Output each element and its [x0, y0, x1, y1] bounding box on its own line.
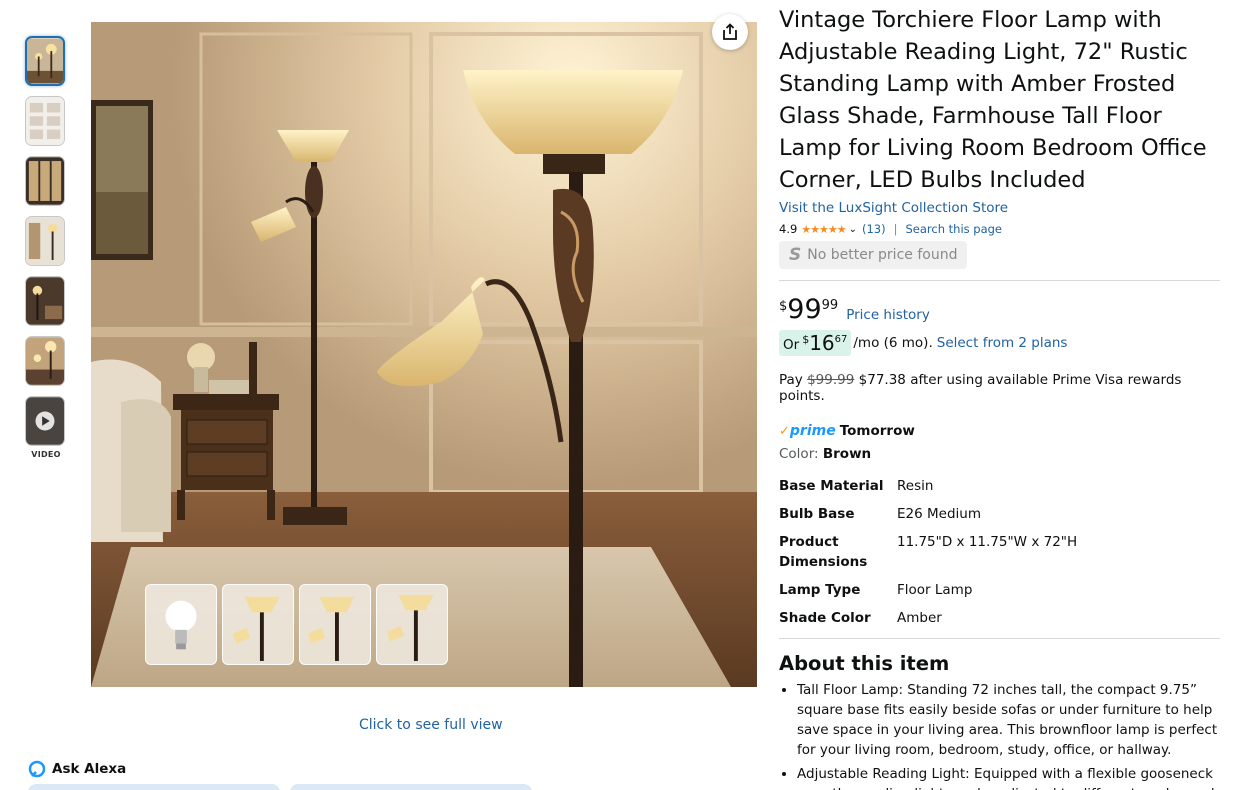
delivery-label: Tomorrow [839, 423, 915, 439]
prime-check-icon: ✓ [779, 423, 790, 439]
spec-row: Base Material Resin [779, 476, 1077, 504]
old-price: $99.99 [807, 372, 855, 388]
thumbnail-video[interactable] [25, 396, 65, 446]
section-divider [779, 638, 1220, 639]
prime-visa-offer: Pay $99.99 $77.38 after using available … [779, 372, 1220, 404]
monthly-whole: 16 [809, 331, 835, 355]
spec-row: Shade Color Amber [779, 608, 1077, 636]
monthly-fraction: 67 [834, 334, 848, 345]
monthly-term: /mo (6 mo). [853, 335, 933, 351]
about-title: About this item [779, 652, 950, 675]
spec-key: Shade Color [779, 610, 871, 626]
price-history-link[interactable]: Price history [846, 307, 930, 323]
no-better-price-badge[interactable]: S No better price found [779, 241, 968, 269]
spec-key: Product Dimensions [779, 534, 868, 570]
thumbnail-1[interactable] [25, 36, 65, 86]
spec-value: Floor Lamp [897, 582, 973, 598]
share-icon [723, 23, 737, 40]
chevron-down-icon[interactable]: ⌄ [849, 224, 857, 235]
alexa-suggestion-2[interactable] [290, 784, 532, 790]
thumbnail-2[interactable] [25, 96, 65, 146]
color-label: Color: [779, 446, 819, 462]
store-link[interactable]: Visit the LuxSight Collection Store [779, 200, 1220, 216]
rating-value: 4.9 [779, 222, 798, 236]
color-value: Brown [822, 446, 872, 462]
alexa-suggestion-1[interactable] [28, 784, 280, 790]
mini-thumbnail-strip [145, 584, 448, 665]
or-label: Or [783, 337, 800, 353]
spec-value: Resin [897, 478, 934, 494]
star-rating-icon[interactable]: ★★★★★ [801, 223, 846, 236]
price-symbol: $ [779, 299, 788, 314]
thumbnail-4[interactable] [25, 216, 65, 266]
section-divider [779, 280, 1220, 281]
monthly-payment-row: Or $ 16 67 /mo (6 mo). Select from 2 pla… [779, 330, 1220, 356]
video-label: VIDEO [31, 450, 61, 459]
list-item: Tall Floor Lamp: Standing 72 inches tall… [797, 680, 1220, 760]
search-this-page-link[interactable]: Search this page [905, 222, 1002, 236]
monthly-price-badge: Or $ 16 67 [779, 330, 852, 356]
review-count-link[interactable]: (13) [862, 222, 886, 236]
no-better-price-label: No better price found [807, 247, 958, 263]
thumbnail-3[interactable] [25, 156, 65, 206]
thumbnail-list: VIDEO [25, 36, 67, 459]
price-whole: 99 [787, 294, 822, 325]
spec-row: Lamp Type Floor Lamp [779, 580, 1077, 608]
spec-table: Base Material Resin Bulb Base E26 Medium… [779, 476, 1077, 636]
mini-thumb-lamp-3[interactable] [376, 584, 448, 665]
share-button[interactable] [712, 14, 748, 50]
ask-alexa-button[interactable]: Ask Alexa [28, 760, 126, 778]
spec-row: Bulb Base E26 Medium [779, 504, 1077, 532]
pay-prefix: Pay [779, 372, 803, 388]
rating-row: 4.9 ★★★★★ ⌄ (13) | Search this page [779, 222, 1220, 236]
new-price: $77.38 [858, 372, 906, 388]
select-plans-link[interactable]: Select from 2 plans [937, 335, 1068, 351]
full-view-link[interactable]: Click to see full view [359, 717, 503, 733]
thumbnail-5[interactable] [25, 276, 65, 326]
product-details: Vintage Torchiere Floor Lamp with Adjust… [779, 4, 1220, 790]
spec-key: Base Material [779, 478, 884, 494]
alexa-icon [28, 760, 46, 778]
prime-delivery-row: ✓ prime Tomorrow [779, 423, 1220, 439]
feature-bullets: Tall Floor Lamp: Standing 72 inches tall… [779, 680, 1220, 790]
thumbnail-6[interactable] [25, 336, 65, 386]
spec-row: Product Dimensions 11.75"D x 11.75"W x 7… [779, 532, 1077, 580]
monthly-symbol: $ [802, 333, 810, 346]
color-row: Color: Brown [779, 446, 1220, 462]
list-item: Adjustable Reading Light: Equipped with … [797, 764, 1220, 790]
mini-thumb-lamp-2[interactable] [299, 584, 371, 665]
spec-value: Amber [897, 610, 942, 626]
divider: | [893, 222, 898, 236]
prime-logo: prime [789, 423, 836, 439]
ask-alexa-label: Ask Alexa [52, 761, 127, 777]
mini-thumb-lamp-1[interactable] [222, 584, 294, 665]
mini-thumb-bulb[interactable] [145, 584, 217, 665]
spec-value: E26 Medium [897, 506, 981, 522]
price-fraction: 99 [821, 298, 839, 313]
spec-key: Bulb Base [779, 506, 855, 522]
product-title: Vintage Torchiere Floor Lamp with Adjust… [779, 7, 1207, 193]
price-block: $ 99 99 Price history [779, 296, 1220, 324]
spec-key: Lamp Type [779, 582, 861, 598]
price-tracker-icon: S [789, 245, 802, 265]
spec-value: 11.75"D x 11.75"W x 72"H [897, 534, 1078, 550]
main-product-image[interactable] [91, 22, 757, 687]
